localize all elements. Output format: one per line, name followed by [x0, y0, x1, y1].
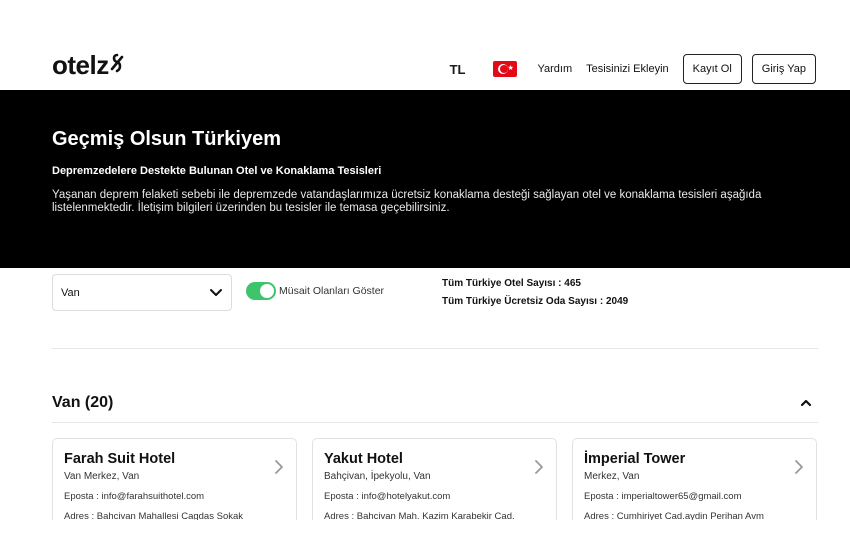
room-count-stat: Tüm Türkiye Ücretsiz Oda Sayısı : 2049: [442, 296, 629, 307]
otelz-logo[interactable]: otelz: [52, 50, 124, 81]
city-select[interactable]: Van: [52, 274, 232, 311]
hotel-location: Van Merkez, Van: [64, 471, 140, 482]
available-only-toggle[interactable]: [246, 282, 276, 300]
chevron-down-icon: [210, 289, 222, 296]
logo-text: otelz: [52, 50, 109, 80]
turkey-flag-icon[interactable]: ★: [493, 61, 518, 77]
hotel-email: Eposta : info@hotelyakut.com: [324, 491, 451, 502]
banner-subtitle: Depremzedelere Destekte Bulunan Otel ve …: [52, 165, 382, 177]
chevron-right-icon[interactable]: [534, 459, 544, 475]
hotel-email: Eposta : info@farahsuithotel.com: [64, 491, 205, 502]
hotel-email: Eposta : imperialtower65@gmail.com: [584, 491, 742, 502]
bottom-crop: [0, 520, 850, 560]
add-property-link[interactable]: Tesisinizi Ekleyin: [586, 63, 669, 75]
top-nav: TL ★ Yardım Tesisinizi Ekleyin Kayıt Ol …: [450, 54, 816, 84]
login-button[interactable]: Giriş Yap: [751, 54, 816, 84]
chevron-right-icon[interactable]: [274, 459, 284, 475]
chevron-up-icon[interactable]: [800, 398, 812, 408]
section-divider: [52, 422, 818, 423]
hotel-location: Merkez, Van: [584, 471, 640, 482]
filters-bar: Van Müsait Olanları Göster Tüm Türkiye O…: [0, 268, 850, 348]
toggle-knob: [260, 284, 274, 298]
hotel-name: İmperial Tower: [584, 451, 686, 467]
banner-title: Geçmiş Olsun Türkiyem: [52, 128, 281, 150]
city-section-heading[interactable]: Van (20): [52, 394, 113, 412]
currency-selector[interactable]: TL: [450, 62, 466, 77]
top-header: otelz TL ★ Yardım Tesisinizi Ekleyin Kay…: [0, 40, 850, 90]
chevron-right-icon[interactable]: [794, 459, 804, 475]
city-select-value: Van: [61, 287, 80, 299]
hotel-name: Yakut Hotel: [324, 451, 403, 467]
hotel-location: Bahçivan, İpekyolu, Van: [324, 471, 431, 482]
hotel-name: Farah Suit Hotel: [64, 451, 176, 467]
earthquake-support-banner: Geçmiş Olsun Türkiyem Depremzedelere Des…: [0, 90, 850, 268]
hotel-count-stat: Tüm Türkiye Otel Sayısı : 465: [442, 278, 581, 289]
logo-mark-icon: [110, 53, 124, 72]
flag-star-icon: ★: [507, 65, 514, 72]
help-link[interactable]: Yardım: [537, 63, 572, 75]
register-button[interactable]: Kayıt Ol: [682, 54, 742, 84]
section-divider: [52, 348, 818, 349]
banner-description: Yaşanan deprem felaketi sebebi ile depre…: [52, 189, 762, 214]
available-only-label: Müsait Olanları Göster: [279, 285, 385, 297]
